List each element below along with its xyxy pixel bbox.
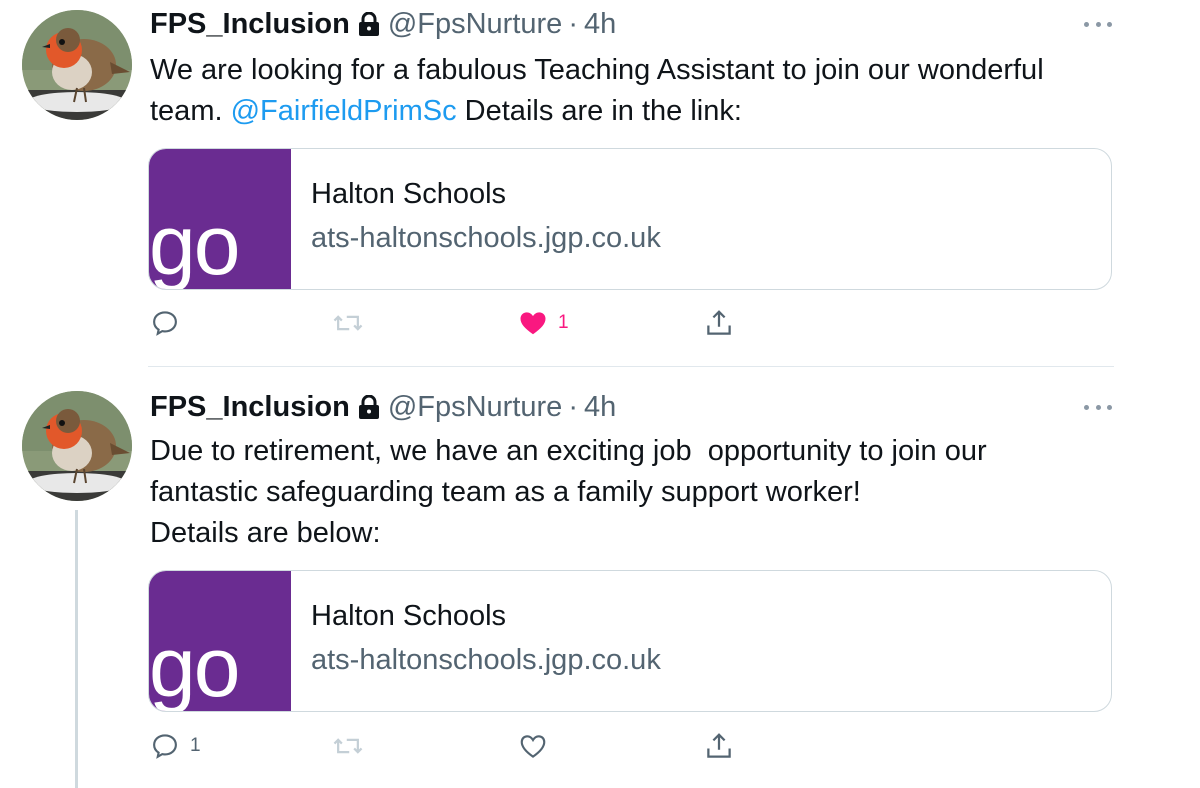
lock-icon	[358, 395, 379, 419]
tweet-text: We are looking for a fabulous Teaching A…	[150, 50, 1110, 132]
tweet-1[interactable]: FPS_Inclusion @FpsNurture · 4h We are lo…	[0, 0, 1200, 366]
mention-link[interactable]: @FairfieldPrimSc	[231, 95, 457, 127]
retweet-button[interactable]	[332, 307, 374, 339]
author-handle[interactable]: @FpsNurture	[388, 389, 562, 425]
card-title: Halton Schools	[311, 600, 507, 632]
heart-outline-icon	[520, 735, 546, 758]
lock-icon	[358, 12, 379, 36]
card-domain: ats-haltonschools.jgp.co.uk	[311, 222, 661, 254]
separator-dot: ·	[568, 8, 578, 40]
like-button[interactable]	[518, 730, 558, 762]
share-button[interactable]	[704, 730, 734, 762]
card-domain: ats-haltonschools.jgp.co.uk	[311, 644, 661, 676]
robin-avatar-image	[22, 10, 132, 120]
separator-dot: ·	[568, 391, 578, 423]
tweet-header: FPS_Inclusion @FpsNurture · 4h	[150, 6, 616, 42]
share-icon	[707, 733, 731, 758]
more-options-icon[interactable]	[1084, 402, 1112, 412]
more-options-icon[interactable]	[1084, 19, 1112, 29]
like-count: 1	[558, 312, 569, 333]
card-logo: go	[149, 620, 240, 712]
robin-avatar-image	[22, 391, 132, 501]
link-card[interactable]: go Halton Schools ats-haltonschools.jgp.…	[148, 148, 1112, 290]
link-card[interactable]: go Halton Schools ats-haltonschools.jgp.…	[148, 570, 1112, 712]
reply-count: 1	[190, 735, 201, 756]
more-dot	[1095, 404, 1101, 410]
more-dot	[1095, 21, 1101, 27]
tweet-text-part: Details are in the link:	[456, 95, 742, 127]
retweet-icon	[333, 315, 363, 331]
reply-icon	[153, 311, 177, 336]
thread-line	[75, 510, 78, 788]
reply-button[interactable]	[150, 307, 190, 339]
more-dot	[1107, 21, 1112, 27]
card-title: Halton Schools	[311, 178, 507, 210]
card-logo: go	[149, 198, 240, 290]
author-handle[interactable]: @FpsNurture	[388, 6, 562, 42]
more-dot	[1084, 404, 1089, 410]
retweet-icon	[333, 738, 363, 754]
timestamp[interactable]: 4h	[584, 389, 616, 425]
like-button[interactable]: 1	[518, 307, 569, 339]
reply-button[interactable]: 1	[150, 730, 201, 762]
reply-icon	[153, 734, 177, 759]
author-name[interactable]: FPS_Inclusion	[150, 389, 350, 425]
heart-filled-icon	[520, 312, 546, 335]
avatar[interactable]	[22, 10, 132, 120]
author-name[interactable]: FPS_Inclusion	[150, 6, 350, 42]
tweet-2[interactable]: FPS_Inclusion @FpsNurture · 4h Due to re…	[0, 367, 1200, 788]
timestamp[interactable]: 4h	[584, 6, 616, 42]
retweet-button[interactable]	[332, 730, 374, 762]
share-icon	[707, 310, 731, 335]
tweet-header: FPS_Inclusion @FpsNurture · 4h	[150, 389, 616, 425]
more-dot	[1084, 21, 1089, 27]
card-thumbnail: go	[149, 149, 291, 290]
share-button[interactable]	[704, 307, 734, 339]
tweet-text: Due to retirement, we have an exciting j…	[150, 435, 987, 549]
card-thumbnail: go	[149, 571, 291, 712]
more-dot	[1107, 404, 1112, 410]
avatar[interactable]	[22, 391, 132, 501]
